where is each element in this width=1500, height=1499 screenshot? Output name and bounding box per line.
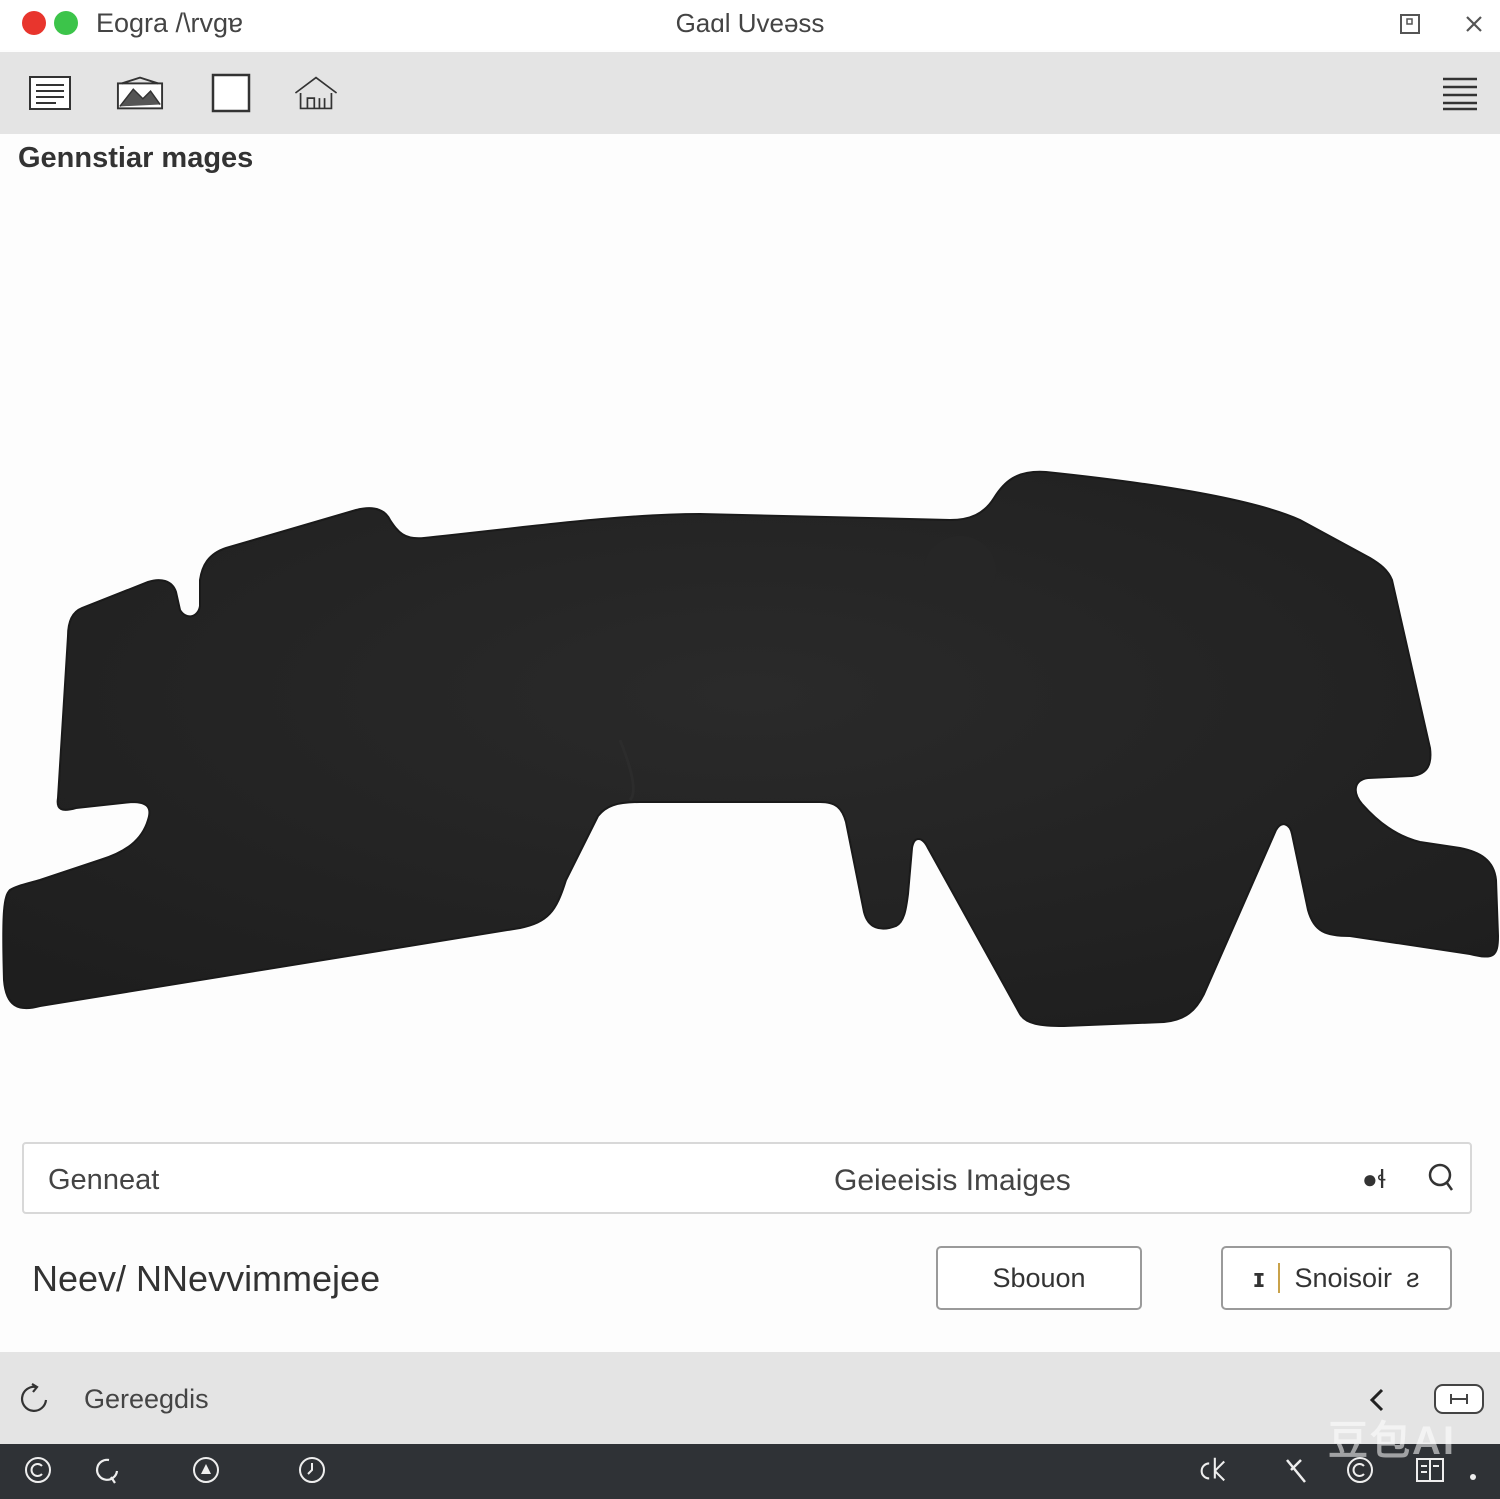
watermark: 豆包AI — [1328, 1419, 1456, 1463]
page-heading: Gennstiar mages — [18, 142, 254, 174]
window-restore-icon[interactable] — [1396, 10, 1424, 38]
chat-icon[interactable] — [92, 1454, 124, 1486]
close-icon[interactable] — [1460, 10, 1488, 38]
clock-icon[interactable] — [296, 1454, 328, 1486]
primary-action-button[interactable]: Sbouon — [936, 1246, 1142, 1310]
secondary-suffix: ƨ — [1406, 1262, 1420, 1293]
secondary-action-button[interactable]: ɪ Snoisoir ƨ — [1221, 1246, 1452, 1310]
chart-icon[interactable] — [1196, 1454, 1228, 1486]
toolbar — [0, 52, 1500, 134]
secondary-action-label: Snoisoir — [1294, 1262, 1392, 1293]
dashboard-mat-image — [2, 470, 1500, 1028]
primary-action-label: Sbouon — [992, 1262, 1086, 1293]
title-bar: Eogra /\rvgɐ Gaɑl Uveəss — [0, 0, 1500, 50]
search-bar[interactable]: Genneat Geieeisis Imaiges ●ɬ — [22, 1142, 1472, 1214]
document-icon[interactable] — [26, 70, 74, 116]
taskbar — [0, 1444, 1500, 1499]
window-title: Gaɑl Uveəss — [675, 8, 825, 38]
hamburger-menu-icon[interactable] — [1436, 70, 1484, 116]
new-image-caption: Neev/ NNevvimmejee — [32, 1258, 381, 1299]
divider — [1278, 1263, 1281, 1293]
x-icon[interactable] — [1280, 1454, 1312, 1486]
nav-icon[interactable] — [190, 1454, 222, 1486]
search-extra-indicator: ●ɬ — [1362, 1164, 1386, 1194]
house-icon[interactable] — [292, 70, 340, 116]
status-bar: Gereegdis — [0, 1352, 1500, 1444]
status-dot — [1470, 1474, 1476, 1480]
search-center-label: Geieeisis Imaiges — [834, 1164, 1071, 1197]
image-gallery-icon[interactable] — [116, 70, 164, 116]
search-input[interactable]: Genneat — [48, 1164, 159, 1197]
refresh-icon[interactable] — [18, 1382, 52, 1416]
frame-icon[interactable] — [207, 70, 255, 116]
copyright-icon[interactable] — [22, 1454, 54, 1486]
search-icon[interactable] — [1424, 1160, 1460, 1196]
status-text: Gereegdis — [84, 1384, 209, 1414]
secondary-prefix: ɪ — [1253, 1262, 1265, 1293]
